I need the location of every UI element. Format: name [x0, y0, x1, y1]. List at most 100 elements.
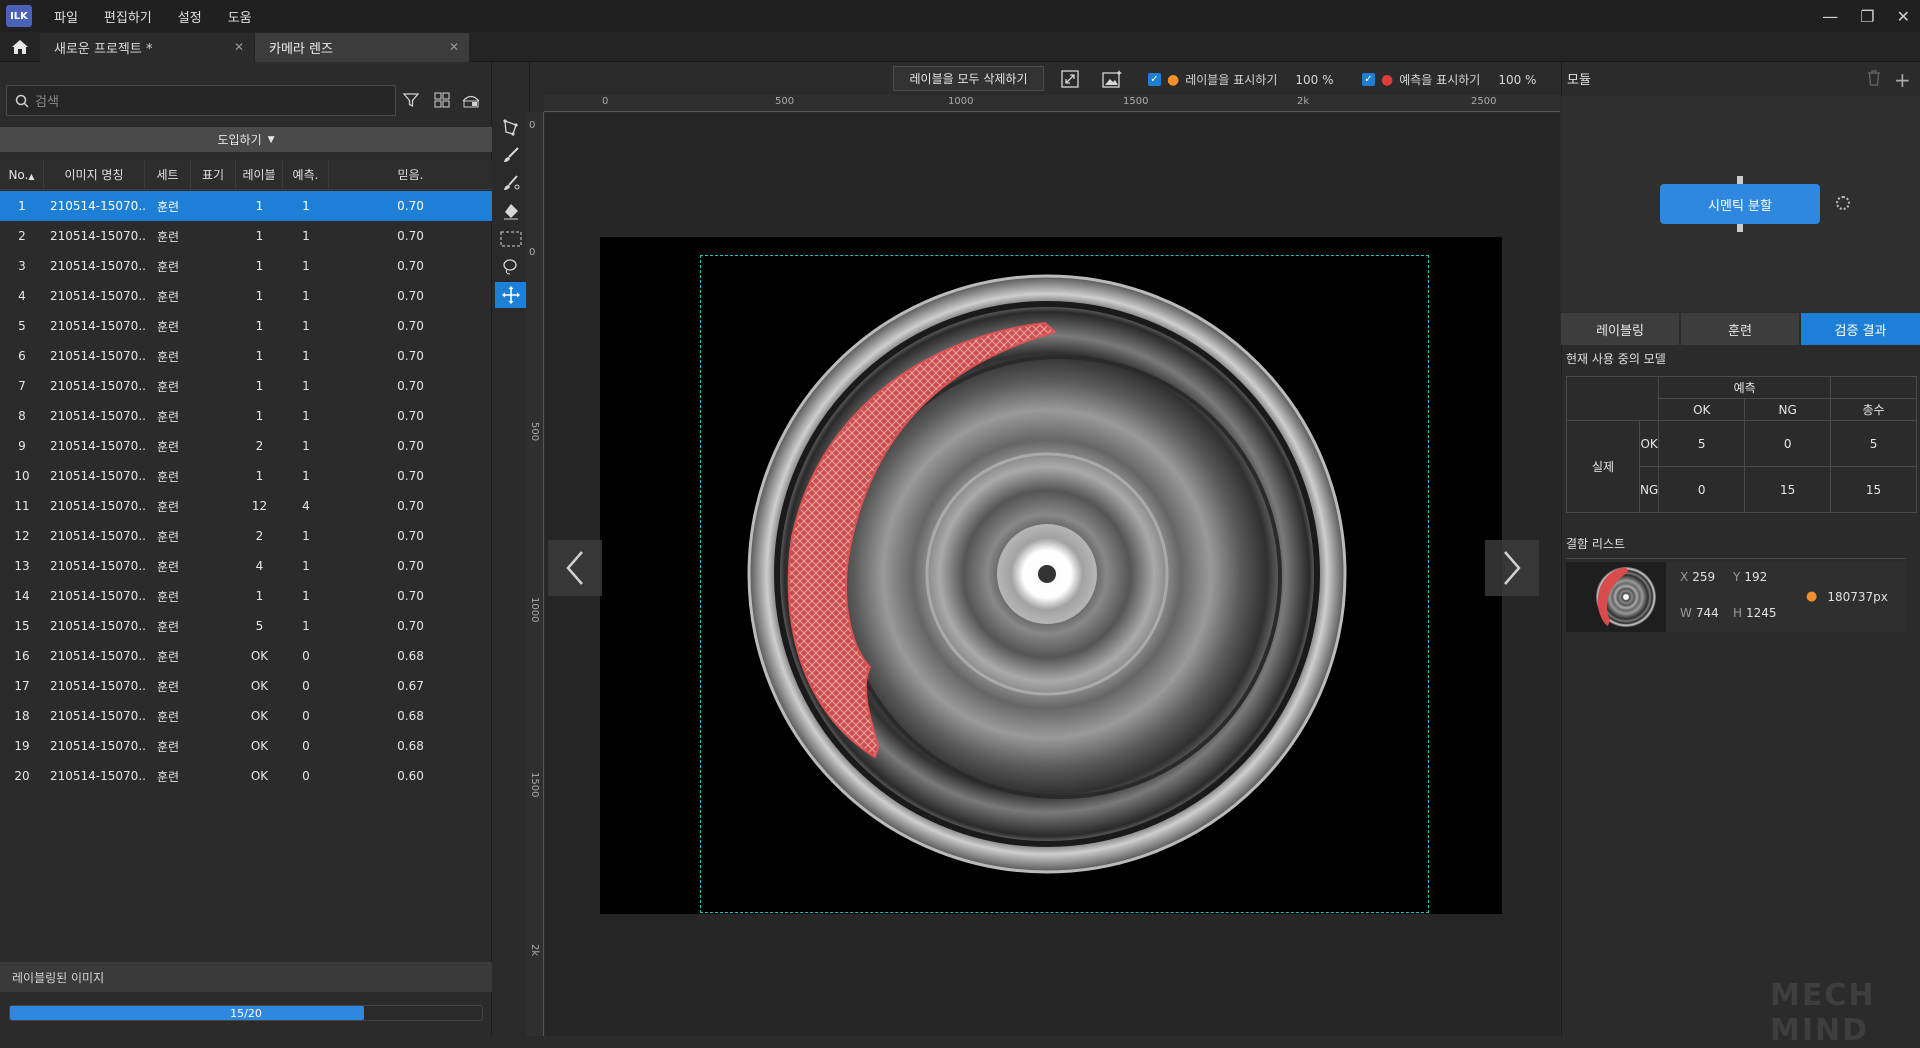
table-row[interactable]: 20 210514-15070... 훈련 OK 0 0.60 — [0, 761, 492, 791]
image-table-body: 1 210514-15070... 훈련 1 1 0.70 2 210514-15070...… — [0, 191, 492, 791]
cell-pred: 1 — [302, 259, 310, 273]
menu-help[interactable]: 도움 — [224, 7, 256, 26]
table-row[interactable]: 8 210514-15070... 훈련 1 1 0.70 — [0, 401, 492, 431]
cell-label: 1 — [255, 379, 264, 393]
tab-training[interactable]: 훈련 — [1681, 313, 1799, 345]
table-row[interactable]: 6 210514-15070... 훈련 1 1 0.70 — [0, 341, 492, 371]
table-row[interactable]: 9 210514-15070... 훈련 2 1 0.70 — [0, 431, 492, 461]
cell-no: 18 — [14, 709, 30, 723]
tab-labeling[interactable]: 레이블링 — [1561, 313, 1679, 345]
ruler-tick: 0 — [529, 247, 536, 258]
checkbox-checked-icon[interactable]: ✓ — [1362, 73, 1375, 86]
brush-tool-icon[interactable] — [495, 142, 527, 168]
grid-view-icon[interactable] — [431, 89, 453, 111]
col-label[interactable]: 레이블 — [236, 159, 283, 190]
table-row[interactable]: 14 210514-15070... 훈련 1 1 0.70 — [0, 581, 492, 611]
close-icon[interactable]: ✕ — [1897, 7, 1910, 26]
menu-settings[interactable]: 설정 — [174, 7, 206, 26]
cell-conf: 0.68 — [397, 739, 424, 753]
import-button[interactable]: 도입하기 ▼ — [0, 127, 492, 152]
table-row[interactable]: 11 210514-15070... 훈련 12 4 0.70 — [0, 491, 492, 521]
move-tool-icon[interactable] — [495, 282, 527, 308]
checkbox-checked-icon[interactable]: ✓ — [1148, 73, 1161, 86]
delete-all-labels-button[interactable]: 레이블을 모두 삭제하기 — [893, 66, 1044, 91]
trash-icon[interactable] — [1867, 70, 1881, 90]
cell-label: 4 — [255, 559, 264, 573]
col-set[interactable]: 세트 — [145, 159, 191, 190]
tab-camera-lens[interactable]: 카메라 렌즈 ✕ — [255, 33, 469, 62]
matrix-col-ng: NG — [1744, 398, 1832, 421]
cell-conf: 0.70 — [397, 619, 424, 633]
minimize-icon[interactable]: — — [1822, 7, 1838, 26]
pred-opacity[interactable]: 100 % — [1498, 73, 1536, 87]
bounding-box[interactable] — [700, 255, 1429, 913]
defect-thumbnail[interactable] — [1566, 562, 1666, 632]
smart-brush-icon[interactable] — [495, 170, 527, 196]
lasso-tool-icon[interactable] — [495, 254, 527, 280]
polygon-tool-icon[interactable] — [495, 115, 527, 141]
table-row[interactable]: 17 210514-15070... 훈련 OK 0 0.67 — [0, 671, 492, 701]
maximize-icon[interactable]: ❐ — [1860, 7, 1874, 26]
cell-pred: 0 — [302, 769, 310, 783]
table-row[interactable]: 7 210514-15070... 훈련 1 1 0.70 — [0, 371, 492, 401]
cell-name: 210514-15070... — [50, 379, 145, 393]
search-input[interactable]: 검색 — [6, 85, 396, 116]
show-labels-toggle[interactable]: ✓ ● 레이블을 표시하기 100 % — [1148, 71, 1333, 88]
table-row[interactable]: 4 210514-15070... 훈련 1 1 0.70 — [0, 281, 492, 311]
cell-name: 210514-15070... — [50, 259, 145, 273]
semantic-segmentation-module[interactable]: 시멘틱 분할 — [1660, 184, 1820, 224]
filter-icon[interactable] — [400, 89, 422, 111]
col-mark[interactable]: 표기 — [191, 159, 236, 190]
fit-screen-icon[interactable] — [1058, 67, 1082, 91]
tab-label: 새로운 프로젝트 * — [54, 42, 153, 57]
col-name[interactable]: 이미지 명칭 — [44, 159, 145, 190]
menu-file[interactable]: 파일 — [50, 7, 82, 26]
tab-new-project[interactable]: 새로운 프로젝트 * ✕ — [40, 33, 254, 62]
cell-conf: 0.70 — [397, 469, 424, 483]
col-no[interactable]: No.▲ — [0, 159, 44, 190]
eraser-tool-icon[interactable] — [495, 198, 527, 224]
cell-name: 210514-15070... — [50, 529, 145, 543]
chevron-down-icon: ▼ — [267, 134, 275, 145]
home-icon[interactable] — [8, 36, 32, 58]
sort-asc-icon: ▲ — [28, 171, 35, 181]
rect-select-icon[interactable] — [495, 226, 527, 252]
table-row[interactable]: 18 210514-15070... 훈련 OK 0 0.68 — [0, 701, 492, 731]
table-row[interactable]: 10 210514-15070... 훈련 1 1 0.70 — [0, 461, 492, 491]
table-row[interactable]: 2 210514-15070... 훈련 1 1 0.70 — [0, 221, 492, 251]
table-row[interactable]: 15 210514-15070... 훈련 5 1 0.70 — [0, 611, 492, 641]
col-pred[interactable]: 예측. — [283, 159, 329, 190]
table-row[interactable]: 13 210514-15070... 훈련 4 1 0.70 — [0, 551, 492, 581]
search-icon — [15, 94, 29, 108]
prev-image-button[interactable] — [548, 540, 602, 596]
image-settings-icon[interactable] — [460, 89, 482, 111]
w-label: W — [1680, 606, 1692, 620]
tab-close-icon[interactable]: ✕ — [234, 40, 244, 54]
cell-set: 훈련 — [156, 379, 180, 394]
add-module-icon[interactable]: + — [1894, 68, 1911, 92]
tab-validation-results[interactable]: 검증 결과 — [1801, 313, 1920, 345]
col-conf[interactable]: 믿음. — [329, 160, 492, 190]
chevron-left-icon — [566, 551, 583, 585]
label-opacity[interactable]: 100 % — [1295, 73, 1333, 87]
table-row[interactable]: 5 210514-15070... 훈련 1 1 0.70 — [0, 311, 492, 341]
cell-no: 20 — [14, 769, 30, 783]
next-image-button[interactable] — [1485, 540, 1539, 596]
menu-edit[interactable]: 편집하기 — [100, 7, 156, 26]
table-row[interactable]: 1 210514-15070... 훈련 1 1 0.70 — [0, 191, 492, 221]
area-value: 180737px — [1827, 589, 1888, 604]
image-adjust-icon[interactable] — [1099, 67, 1125, 91]
matrix-cell: 15 — [1830, 466, 1917, 513]
table-row[interactable]: 12 210514-15070... 훈련 2 1 0.70 — [0, 521, 492, 551]
cell-conf: 0.60 — [397, 769, 424, 783]
cell-conf: 0.70 — [397, 379, 424, 393]
ruler-tick: 1000 — [529, 597, 540, 623]
prediction-color-icon: ● — [1381, 71, 1394, 88]
table-row[interactable]: 16 210514-15070... 훈련 OK 0 0.68 — [0, 641, 492, 671]
show-predictions-toggle[interactable]: ✓ ● 예측을 표시하기 100 % — [1362, 71, 1536, 88]
table-row[interactable]: 3 210514-15070... 훈련 1 1 0.70 — [0, 251, 492, 281]
tab-close-icon[interactable]: ✕ — [449, 40, 459, 54]
cell-conf: 0.70 — [397, 529, 424, 543]
cell-no: 13 — [14, 559, 30, 573]
table-row[interactable]: 19 210514-15070... 훈련 OK 0 0.68 — [0, 731, 492, 761]
